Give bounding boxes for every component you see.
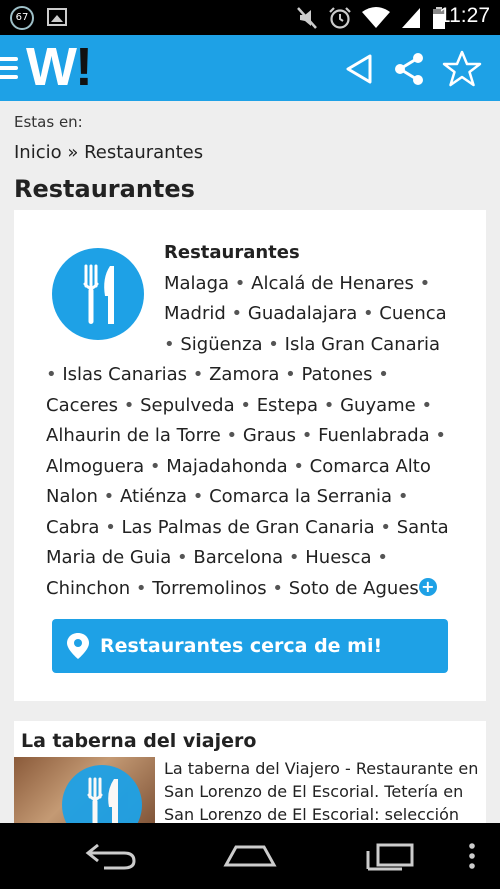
- app-bar: W!: [0, 35, 500, 101]
- separator-dot: •: [262, 333, 285, 355]
- separator-dot: •: [46, 364, 63, 385]
- back-icon[interactable]: [84, 841, 138, 871]
- breadcrumb[interactable]: Inicio » Restaurantes: [14, 142, 203, 163]
- city-link[interactable]: Graus: [243, 425, 296, 446]
- separator-dot: •: [374, 516, 397, 538]
- city-link[interactable]: Guadalajara: [248, 303, 357, 324]
- system-icons: [296, 5, 446, 31]
- separator-dot: •: [413, 272, 431, 294]
- separator-dot: •: [164, 333, 181, 355]
- page-title: Restaurantes: [14, 175, 195, 203]
- menu-icon[interactable]: [0, 57, 18, 79]
- city-link[interactable]: Cuenca: [379, 303, 446, 324]
- separator-dot: •: [225, 303, 248, 324]
- mute-icon: [297, 7, 317, 29]
- recent-apps-icon[interactable]: [362, 841, 418, 871]
- signal-icon: [402, 8, 420, 28]
- city-link[interactable]: Barcelona: [193, 547, 283, 568]
- location-pin-icon: [67, 633, 89, 659]
- city-link[interactable]: Malaga: [164, 273, 229, 294]
- content-area[interactable]: Estas en: Inicio » Restaurantes Restaura…: [0, 101, 500, 823]
- city-link[interactable]: Islas Canarias: [62, 364, 187, 385]
- logo-letter: W: [26, 37, 77, 97]
- separator-dot: •: [234, 394, 257, 416]
- overflow-menu-icon[interactable]: [466, 841, 478, 871]
- nearby-button-label: Restaurantes cerca de mi!: [100, 635, 383, 657]
- separator-dot: •: [266, 577, 289, 599]
- wifi-icon: [362, 7, 390, 28]
- separator-dot: •: [118, 394, 141, 416]
- back-triangle-icon[interactable]: [340, 49, 380, 89]
- separator-dot: •: [144, 455, 167, 477]
- separator-dot: •: [392, 486, 409, 507]
- status-bar: 67 11:27: [0, 0, 500, 35]
- city-link[interactable]: Cabra: [46, 517, 99, 538]
- separator-dot: •: [287, 455, 310, 477]
- city-link[interactable]: Alhaurin de la Torre: [46, 425, 221, 446]
- logo-bang: !: [74, 37, 93, 97]
- separator-dot: •: [415, 394, 433, 416]
- alarm-icon: [329, 7, 351, 29]
- city-link[interactable]: Patones: [301, 364, 372, 385]
- cutlery-icon: [62, 765, 142, 823]
- city-link[interactable]: Isla Gran Canaria: [285, 334, 440, 355]
- separator-dot: •: [99, 516, 122, 538]
- city-link[interactable]: Guyame: [340, 395, 416, 416]
- city-link[interactable]: Torremolinos: [152, 578, 266, 599]
- image-notification-icon: [47, 8, 67, 26]
- separator-dot: •: [296, 425, 319, 446]
- city-link[interactable]: Almoguera: [46, 456, 144, 477]
- listing-description: La taberna del Viajero - Restaurante en …: [164, 759, 479, 823]
- share-icon[interactable]: [389, 49, 429, 89]
- listing-title[interactable]: La taberna del viajero: [21, 730, 256, 752]
- separator-dot: •: [372, 364, 389, 385]
- nearby-restaurants-button[interactable]: Restaurantes cerca de mi!: [52, 619, 448, 673]
- listing-card[interactable]: La taberna del viajero La taberna del Vi…: [14, 721, 486, 823]
- separator-dot: •: [187, 486, 210, 507]
- city-link[interactable]: Madrid: [164, 303, 226, 324]
- separator-dot: •: [97, 486, 120, 507]
- separator-dot: •: [283, 547, 306, 568]
- city-link[interactable]: Fuenlabrada: [318, 425, 430, 446]
- city-link[interactable]: Comarca la Serrania: [209, 486, 392, 507]
- clock: 11:27: [439, 4, 490, 27]
- city-link[interactable]: Estepa: [257, 395, 318, 416]
- city-link[interactable]: Zamora: [209, 364, 279, 385]
- star-icon[interactable]: [442, 49, 482, 89]
- notification-count-badge: 67: [10, 6, 34, 30]
- separator-dot: •: [171, 547, 194, 568]
- city-link[interactable]: Chinchon: [46, 578, 130, 599]
- separator-dot: •: [229, 272, 252, 294]
- category-card: Restaurantes Malaga • Alcalá de Henares …: [14, 210, 486, 701]
- separator-dot: •: [371, 547, 388, 568]
- city-link[interactable]: Huesca: [305, 547, 371, 568]
- navigation-bar: [0, 823, 500, 889]
- city-list: Restaurantes Malaga • Alcalá de Henares …: [46, 238, 456, 604]
- show-more-icon[interactable]: +: [418, 577, 437, 596]
- city-link[interactable]: Atiénza: [120, 486, 187, 507]
- separator-dot: •: [357, 303, 380, 324]
- listing-thumbnail[interactable]: [14, 757, 155, 823]
- home-icon[interactable]: [222, 841, 278, 871]
- city-link[interactable]: Caceres: [46, 395, 118, 416]
- separator-dot: •: [279, 364, 302, 385]
- breadcrumb-prefix: Estas en:: [14, 113, 83, 131]
- city-link[interactable]: Soto de Agues: [289, 578, 419, 599]
- separator-dot: •: [429, 425, 447, 446]
- separator-dot: •: [318, 394, 341, 416]
- city-link[interactable]: Sigüenza: [180, 334, 262, 355]
- separator-dot: •: [220, 425, 243, 446]
- separator-dot: •: [187, 364, 210, 385]
- app-logo[interactable]: W!: [26, 37, 93, 97]
- city-link[interactable]: Las Palmas de Gran Canaria: [122, 517, 375, 538]
- separator-dot: •: [130, 577, 153, 599]
- city-link[interactable]: Majadahonda: [166, 456, 287, 477]
- city-link[interactable]: Alcalá de Henares: [251, 273, 414, 294]
- city-link[interactable]: Sepulveda: [140, 395, 235, 416]
